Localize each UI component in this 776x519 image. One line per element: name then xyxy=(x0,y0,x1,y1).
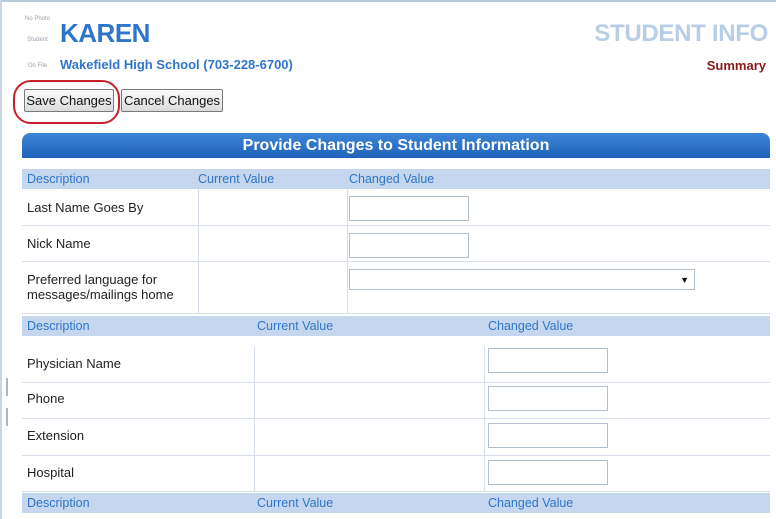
changed-value-cell xyxy=(347,262,348,313)
last-name-goes-by-input[interactable] xyxy=(349,196,469,221)
row-label: Physician Name xyxy=(27,356,121,371)
current-value-cell xyxy=(198,262,199,313)
row-label: Hospital xyxy=(27,465,74,480)
scroll-marker xyxy=(6,408,8,426)
photo-text: Student xyxy=(27,37,48,43)
changed-value-cell xyxy=(484,456,485,491)
cancel-changes-button[interactable]: Cancel Changes xyxy=(121,89,223,112)
column-header-description: Description xyxy=(27,496,90,510)
column-header-description: Description xyxy=(27,319,90,333)
row-label: Nick Name xyxy=(27,236,91,251)
current-value-cell xyxy=(254,383,255,418)
column-header-current-value: Current Value xyxy=(257,496,334,510)
table-row: Phone xyxy=(22,383,770,419)
panel-title: Provide Changes to Student Information xyxy=(22,133,770,158)
column-header-changed-value: Changed Value xyxy=(488,496,574,510)
extension-input[interactable] xyxy=(488,423,608,448)
student-name: KAREN xyxy=(60,18,150,48)
page-title: STUDENT INFO xyxy=(594,20,768,47)
hospital-input[interactable] xyxy=(488,460,608,485)
column-header-changed-value: Changed Value xyxy=(488,319,574,333)
table-row: Last Name Goes By xyxy=(22,189,770,226)
row-label: Preferred language for messages/mailings… xyxy=(27,272,174,302)
photo-text: No Photo xyxy=(24,16,51,22)
student-info-panel: Provide Changes to Student Information D… xyxy=(22,133,770,519)
changed-value-cell xyxy=(484,346,485,382)
table-row: Preferred language for messages/mailings… xyxy=(22,262,770,314)
student-photo-placeholder: No Photo Student On File xyxy=(20,16,55,76)
column-header-description: Description xyxy=(27,172,90,186)
changed-value-cell xyxy=(347,189,348,225)
table-row: Extension xyxy=(22,419,770,456)
nick-name-input[interactable] xyxy=(349,233,469,258)
column-header-current-value: Current Value xyxy=(257,319,334,333)
current-value-cell xyxy=(254,346,255,382)
school-name: Wakefield High School (703-228-6700) xyxy=(60,57,293,72)
current-value-cell xyxy=(254,456,255,491)
photo-text: On File xyxy=(27,63,48,69)
column-header-row: Description Current Value Changed Value xyxy=(22,169,770,189)
current-value-cell xyxy=(198,226,199,261)
window-top-border xyxy=(0,0,776,2)
scroll-marker xyxy=(6,378,8,396)
column-header-row: Description Current Value Changed Value xyxy=(22,316,770,336)
row-label: Last Name Goes By xyxy=(27,200,144,215)
row-label: Extension xyxy=(27,428,85,443)
save-highlight-annotation xyxy=(13,80,120,124)
preferred-language-select[interactable]: ▼ xyxy=(349,269,695,290)
physician-name-input[interactable] xyxy=(488,348,608,373)
column-header-current-value: Current Value xyxy=(198,172,275,186)
summary-link[interactable]: Summary xyxy=(707,58,766,74)
row-label: Phone xyxy=(27,391,65,406)
changed-value-cell xyxy=(347,226,348,261)
table-row: Nick Name xyxy=(22,226,770,262)
changed-value-cell xyxy=(484,419,485,455)
dropdown-arrow-icon: ▼ xyxy=(680,275,689,285)
table-row: Physician Name xyxy=(22,346,770,383)
column-header-changed-value: Changed Value xyxy=(349,172,435,186)
table-row: Hospital xyxy=(22,456,770,492)
column-header-row: Description Current Value Changed Value xyxy=(22,493,770,513)
window-left-border xyxy=(0,0,2,519)
current-value-cell xyxy=(198,189,199,225)
changed-value-cell xyxy=(484,383,485,418)
current-value-cell xyxy=(254,419,255,455)
phone-input[interactable] xyxy=(488,386,608,411)
